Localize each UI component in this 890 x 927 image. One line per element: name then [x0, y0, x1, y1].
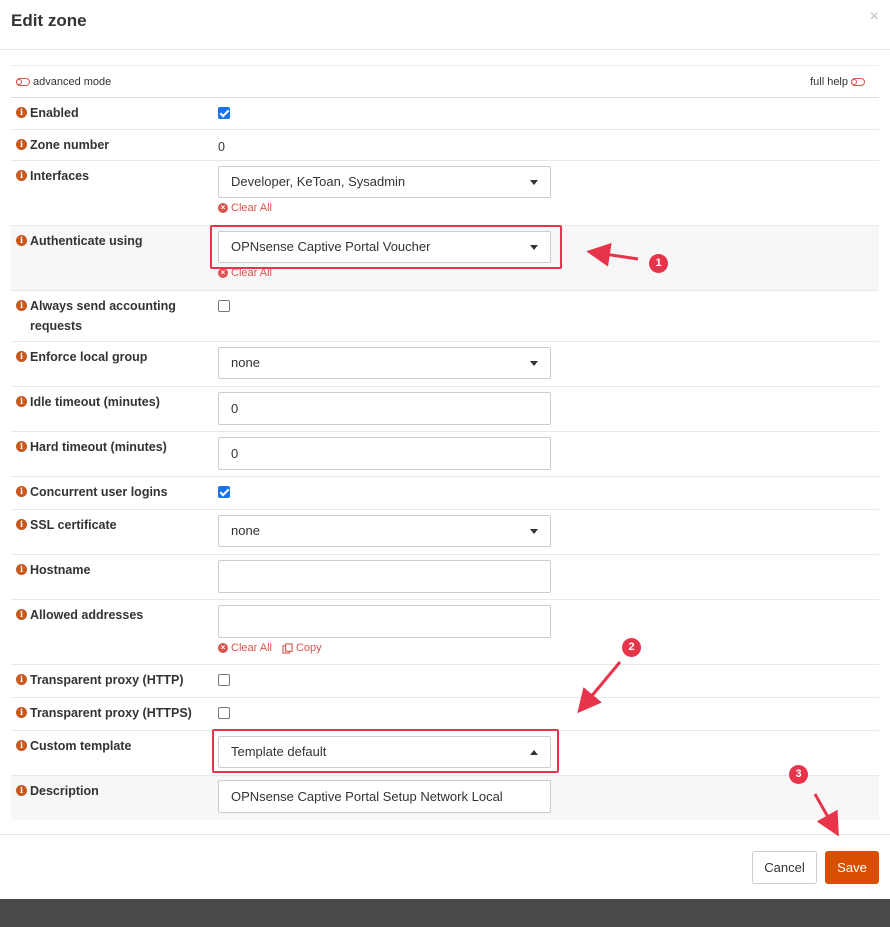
description-input[interactable]: OPNsense Captive Portal Setup Network Lo…: [218, 780, 551, 813]
info-icon[interactable]: i: [16, 519, 27, 530]
info-icon[interactable]: i: [16, 170, 27, 181]
row-concurrent: i Concurrent user logins: [11, 477, 879, 510]
info-icon[interactable]: i: [16, 139, 27, 150]
highlight-box-custom-template: [212, 729, 559, 773]
ssl-cert-select[interactable]: none: [218, 515, 551, 547]
row-zone-number: i Zone number 0: [11, 130, 879, 161]
label-custom-template: i Custom template: [16, 736, 206, 756]
row-hostname: i Hostname: [11, 555, 879, 600]
accounting-checkbox[interactable]: [218, 300, 230, 312]
proxy-https-checkbox[interactable]: [218, 707, 230, 719]
row-interfaces: i Interfaces Developer, KeToan, Sysadmin…: [11, 161, 879, 226]
annotation-badge-2: 2: [622, 638, 641, 657]
advanced-mode-toggle[interactable]: advanced mode: [16, 76, 111, 88]
concurrent-checkbox[interactable]: [218, 486, 230, 498]
info-icon[interactable]: i: [16, 107, 27, 118]
allowed-addresses-input[interactable]: [218, 605, 551, 638]
caret-down-icon: [530, 361, 538, 366]
row-enabled: i Enabled: [11, 97, 879, 130]
toggle-off-icon[interactable]: [16, 78, 30, 86]
modal-footer: Cancel Save: [0, 834, 890, 900]
allowed-addresses-copy[interactable]: Copy: [282, 642, 322, 654]
annotation-badge-1: 1: [649, 254, 668, 273]
modal-title: Edit zone: [11, 11, 87, 30]
annotation-badge-3: 3: [789, 765, 808, 784]
modal-header: Edit zone ×: [0, 0, 890, 50]
clear-icon: ×: [218, 203, 228, 213]
interfaces-select[interactable]: Developer, KeToan, Sysadmin: [218, 166, 551, 198]
row-ssl-cert: i SSL certificate none: [11, 510, 879, 555]
label-zone-number: i Zone number: [16, 135, 206, 155]
label-allowed-addresses: i Allowed addresses: [16, 605, 206, 625]
highlight-box-authenticate: [210, 225, 562, 269]
close-icon[interactable]: ×: [870, 8, 879, 26]
label-enabled: i Enabled: [16, 103, 206, 123]
row-idle-timeout: i Idle timeout (minutes) 0: [11, 387, 879, 432]
toggle-off-icon[interactable]: [851, 78, 865, 86]
local-group-select[interactable]: none: [218, 347, 551, 379]
copy-icon: [282, 642, 293, 654]
info-icon[interactable]: i: [16, 674, 27, 685]
label-concurrent: i Concurrent user logins: [16, 482, 206, 502]
info-icon[interactable]: i: [16, 564, 27, 575]
info-icon[interactable]: i: [16, 441, 27, 452]
info-icon[interactable]: i: [16, 785, 27, 796]
idle-timeout-input[interactable]: 0: [218, 392, 551, 425]
cancel-button[interactable]: Cancel: [752, 851, 817, 884]
row-proxy-https: i Transparent proxy (HTTPS): [11, 698, 879, 731]
label-local-group: i Enforce local group: [16, 347, 206, 367]
row-hard-timeout: i Hard timeout (minutes) 0: [11, 432, 879, 477]
edit-zone-modal: Edit zone × advanced mode full help i En…: [0, 0, 890, 899]
label-proxy-https: i Transparent proxy (HTTPS): [16, 703, 206, 723]
label-hard-timeout: i Hard timeout (minutes): [16, 437, 206, 457]
clear-icon: ×: [218, 643, 228, 653]
label-proxy-http: i Transparent proxy (HTTP): [16, 670, 206, 690]
caret-down-icon: [530, 529, 538, 534]
info-icon[interactable]: i: [16, 740, 27, 751]
caret-down-icon: [530, 180, 538, 185]
row-local-group: i Enforce local group none: [11, 342, 879, 387]
info-icon[interactable]: i: [16, 486, 27, 497]
advanced-mode-label: advanced mode: [33, 76, 112, 88]
save-button[interactable]: Save: [825, 851, 879, 884]
row-allowed-addresses: i Allowed addresses × Clear All Copy: [11, 600, 879, 665]
full-help-toggle[interactable]: full help: [810, 76, 865, 88]
row-description: i Description OPNsense Captive Portal Se…: [11, 776, 879, 820]
label-interfaces: i Interfaces: [16, 166, 206, 186]
info-icon[interactable]: i: [16, 351, 27, 362]
row-proxy-http: i Transparent proxy (HTTP): [11, 665, 879, 698]
info-icon[interactable]: i: [16, 707, 27, 718]
label-description: i Description: [16, 781, 206, 801]
label-idle-timeout: i Idle timeout (minutes): [16, 392, 206, 412]
info-icon[interactable]: i: [16, 300, 27, 311]
info-icon[interactable]: i: [16, 609, 27, 620]
hostname-input[interactable]: [218, 560, 551, 593]
enabled-checkbox[interactable]: [218, 107, 230, 119]
help-toggle-bar: advanced mode full help: [11, 65, 879, 98]
label-accounting: i Always send accounting requests: [16, 296, 196, 336]
hard-timeout-input[interactable]: 0: [218, 437, 551, 470]
interfaces-clear-all[interactable]: × Clear All: [218, 202, 272, 214]
proxy-http-checkbox[interactable]: [218, 674, 230, 686]
row-accounting: i Always send accounting requests: [11, 291, 879, 342]
allowed-addresses-clear-all[interactable]: × Clear All: [218, 642, 272, 654]
zone-number-value: 0: [218, 140, 225, 154]
label-authenticate: i Authenticate using: [16, 231, 206, 251]
info-icon[interactable]: i: [16, 235, 27, 246]
info-icon[interactable]: i: [16, 396, 27, 407]
label-ssl-cert: i SSL certificate: [16, 515, 206, 535]
full-help-label: full help: [810, 76, 848, 88]
label-hostname: i Hostname: [16, 560, 206, 580]
clear-icon: ×: [218, 268, 228, 278]
